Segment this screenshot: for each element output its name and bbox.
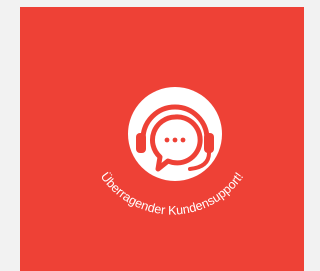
headset-chat-icon <box>128 87 222 181</box>
support-badge: Überragender Kundensupport! <box>98 87 246 218</box>
support-feature-card: Überragender Kundensupport! <box>20 7 304 271</box>
